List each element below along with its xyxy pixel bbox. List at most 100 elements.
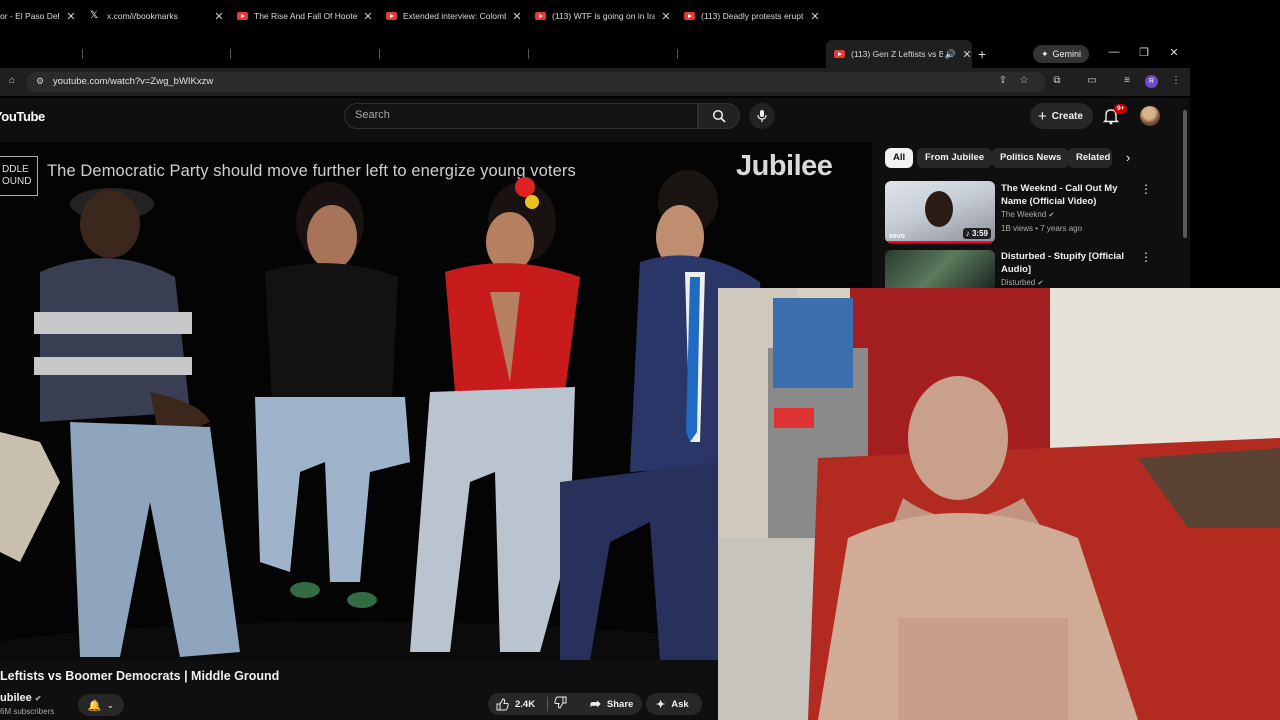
chevron-right-icon[interactable]: ›: [1126, 150, 1130, 165]
share-icon: ➦: [590, 696, 601, 711]
bookmark-star-icon[interactable]: ☆: [1017, 74, 1031, 88]
tab-title: or - El Paso Del: [0, 11, 60, 21]
microphone-icon: [757, 110, 767, 122]
chip-related[interactable]: Related: [1068, 148, 1112, 168]
tab-separator: [528, 49, 529, 59]
tab-title: x.com/i/bookmarks: [107, 11, 178, 21]
related-video-channel[interactable]: The Weeknd ✔: [1001, 210, 1054, 219]
browser-tab-active[interactable]: (113) Gen Z Leftists vs Bo 🔊 ✕: [826, 40, 972, 68]
video-title: Leftists vs Boomer Democrats | Middle Gr…: [0, 669, 280, 683]
account-avatar[interactable]: [1140, 106, 1160, 126]
search-box[interactable]: [344, 103, 698, 129]
tab-close-icon[interactable]: ✕: [661, 10, 671, 23]
tab-close-icon[interactable]: ✕: [962, 48, 972, 61]
tab-close-icon[interactable]: ✕: [512, 10, 522, 23]
youtube-icon: [386, 12, 397, 20]
tab-title: (113) WTF is going on in Iran: [552, 11, 655, 21]
youtube-logo[interactable]: YouTube: [0, 109, 45, 124]
share-button[interactable]: ➦ Share: [580, 693, 642, 715]
plus-icon: +: [1038, 107, 1047, 125]
chevron-down-icon: ⌄: [106, 699, 115, 710]
browser-tab[interactable]: 𝕏 x.com/i/bookmarks ✕: [90, 4, 224, 28]
thumbnail-figure: [925, 191, 953, 227]
search-button[interactable]: [698, 103, 740, 129]
vevo-badge: vevo: [889, 233, 905, 240]
youtube-icon: [684, 12, 695, 20]
extensions-icon[interactable]: ⧉: [1050, 74, 1064, 88]
channel-name-text: ubilee: [0, 692, 32, 704]
gemini-label: Gemini: [1052, 49, 1082, 59]
more-actions-icon[interactable]: ⋮: [1140, 250, 1152, 264]
home-icon[interactable]: ⌂: [5, 74, 19, 88]
tab-title: (113) Deadly protests erupt: [701, 11, 804, 21]
youtube-icon: [535, 12, 546, 20]
tab-close-icon[interactable]: ✕: [66, 10, 76, 23]
minimize-button[interactable]: —: [1108, 46, 1120, 58]
tab-separator: [677, 49, 678, 59]
restore-button[interactable]: ❐: [1138, 46, 1150, 59]
menu-kebab-icon[interactable]: ⋮: [1169, 74, 1183, 88]
browser-tab[interactable]: The Rise And Fall Of Hooters ✕: [237, 4, 373, 28]
verified-icon: ✔: [1037, 280, 1044, 287]
scrollbar[interactable]: [1182, 100, 1188, 240]
channel-name[interactable]: ubilee ✔: [0, 692, 42, 704]
browser-tab[interactable]: or - El Paso Del ✕: [0, 4, 76, 28]
chip-from-jubilee[interactable]: From Jubilee: [917, 148, 993, 168]
tab-separator: [230, 49, 231, 59]
video-duration: ♪ 3:59: [962, 228, 991, 239]
dislike-button[interactable]: [554, 696, 567, 712]
tab-separator: [82, 49, 83, 59]
tab-close-icon[interactable]: ✕: [214, 10, 224, 23]
browser-tab[interactable]: Extended interview: Colombi ✕: [386, 4, 522, 28]
create-button[interactable]: + Create: [1030, 103, 1093, 129]
related-video-channel[interactable]: Disturbed ✔: [1001, 278, 1043, 287]
browser-tab[interactable]: (113) Deadly protests erupt ✕: [684, 4, 820, 28]
subscription-bell-button[interactable]: 🔔 ⌄: [78, 694, 124, 716]
subscriber-count: 6M subscribers: [0, 707, 55, 716]
scrollbar-thumb[interactable]: [1183, 110, 1187, 238]
speaker-icon[interactable]: 🔊: [945, 49, 956, 60]
gemini-icon: ✦: [1041, 48, 1049, 59]
related-video-title[interactable]: Disturbed - Stupify [Official Audio]: [1001, 250, 1141, 276]
profile-avatar[interactable]: R: [1145, 75, 1158, 88]
sparkle-icon: ✦: [656, 698, 666, 711]
url-text[interactable]: youtube.com/watch?v=Zwg_bWIKxzw: [53, 76, 213, 87]
thumbs-up-icon: [496, 697, 509, 710]
create-label: Create: [1051, 110, 1083, 122]
tab-close-icon[interactable]: ✕: [363, 10, 373, 23]
ask-button[interactable]: ✦ Ask: [646, 693, 702, 715]
video-thumbnail[interactable]: [885, 250, 995, 288]
like-divider: [547, 697, 549, 711]
youtube-icon: [834, 50, 845, 58]
browser-tab[interactable]: (113) WTF is going on in Iran ✕: [535, 4, 671, 28]
chip-all[interactable]: All: [885, 148, 914, 168]
related-video-meta: 1B views • 7 years ago: [1001, 224, 1083, 233]
tab-search-icon[interactable]: ▭: [1085, 74, 1099, 88]
site-info-icon[interactable]: ⚙: [33, 74, 47, 88]
related-video-title[interactable]: The Weeknd - Call Out My Name (Official …: [1001, 182, 1141, 208]
close-window-button[interactable]: ✕: [1168, 46, 1180, 59]
media-control-icon[interactable]: ≡: [1120, 74, 1134, 88]
watch-progress-bar: [885, 241, 995, 243]
tab-strip: [0, 40, 1190, 68]
verified-icon: ✔: [34, 694, 42, 703]
share-label: Share: [606, 698, 634, 710]
webcam-scene: [718, 288, 1280, 720]
thumbs-down-icon: [554, 696, 567, 709]
search-input[interactable]: Search: [355, 109, 390, 121]
chip-politics-news[interactable]: Politics News: [992, 148, 1070, 168]
like-count: 2.4K: [515, 698, 536, 710]
ask-label: Ask: [671, 698, 689, 710]
notification-badge: 9+: [1114, 104, 1128, 114]
new-tab-button[interactable]: +: [978, 46, 986, 62]
like-button[interactable]: 2.4K: [496, 697, 536, 711]
video-thumbnail[interactable]: vevo ♪ 3:59: [885, 181, 995, 243]
gemini-button[interactable]: ✦ Gemini: [1033, 45, 1090, 63]
more-actions-icon[interactable]: ⋮: [1140, 182, 1152, 196]
webcam-overlay: [718, 288, 1280, 720]
tab-close-icon[interactable]: ✕: [810, 10, 820, 23]
voice-search-button[interactable]: [749, 103, 775, 129]
install-icon[interactable]: ⇪: [996, 74, 1010, 88]
tab-title: Extended interview: Colombi: [403, 11, 506, 21]
search-icon: [712, 109, 726, 123]
